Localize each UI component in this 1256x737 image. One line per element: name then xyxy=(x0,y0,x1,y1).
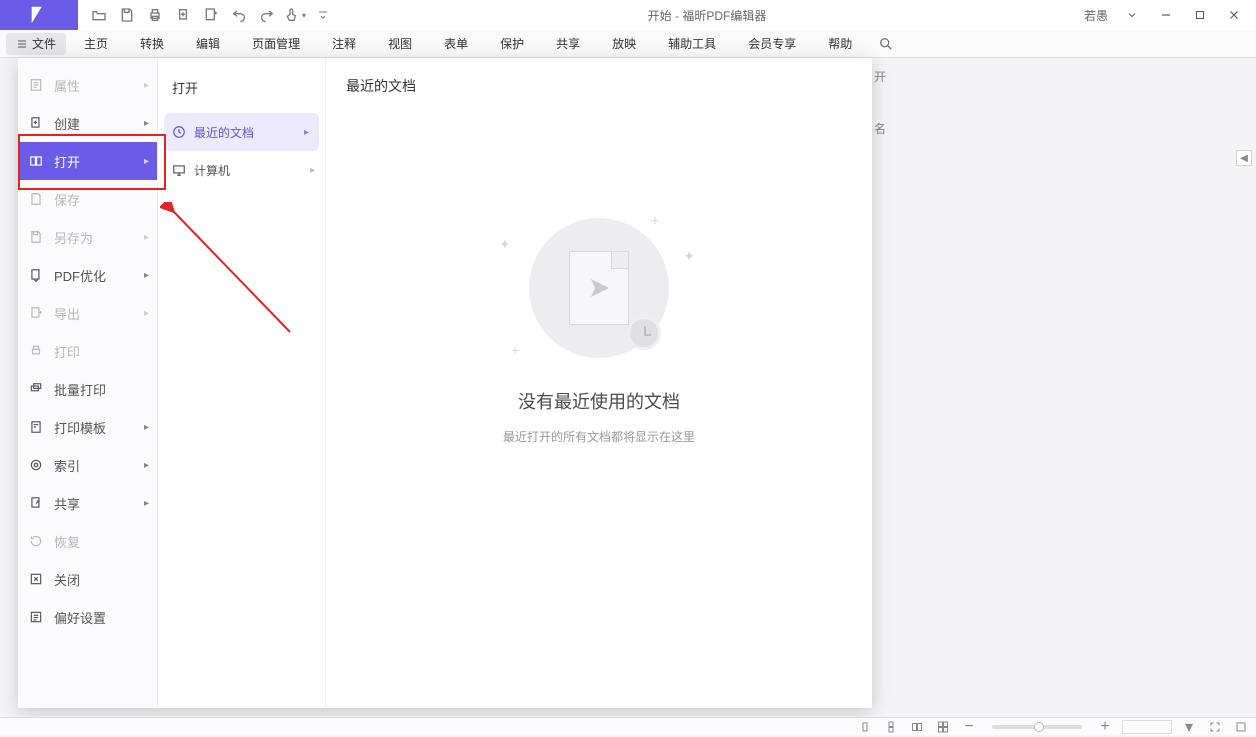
zoom-slider[interactable] xyxy=(992,725,1082,729)
menu-save[interactable]: 保存 xyxy=(18,180,157,218)
menu-index[interactable]: 索引▸ xyxy=(18,446,157,484)
tab-pages[interactable]: 页面管理 xyxy=(238,30,314,58)
index-icon xyxy=(28,457,44,473)
zoom-in-icon[interactable]: + xyxy=(1096,720,1114,734)
file-menu-sub: 打开 最近的文档 ▸ 计算机 ▸ xyxy=(158,58,326,708)
close-menu-icon xyxy=(28,571,44,587)
menu-recover[interactable]: 恢复 xyxy=(18,522,157,560)
menu-create[interactable]: 创建▸ xyxy=(18,104,157,142)
minimize-button[interactable] xyxy=(1150,1,1182,29)
view-facing-continuous-icon[interactable] xyxy=(934,720,952,734)
print-icon[interactable] xyxy=(142,2,168,28)
user-name[interactable]: 若愚 xyxy=(1078,7,1114,24)
fullscreen-icon[interactable] xyxy=(1206,720,1224,734)
tab-present[interactable]: 放映 xyxy=(598,30,650,58)
sub-recent[interactable]: 最近的文档 ▸ xyxy=(164,113,319,151)
menu-preferences[interactable]: 偏好设置 xyxy=(18,598,157,636)
zoom-dropdown-icon[interactable]: ▾ xyxy=(1180,720,1198,734)
title-bar: ▾ 开始 - 福昕PDF编辑器 若愚 xyxy=(0,0,1256,30)
sub-computer[interactable]: 计算机 ▸ xyxy=(158,151,325,189)
quick-access-toolbar: ▾ xyxy=(78,2,336,28)
page-add-icon[interactable] xyxy=(198,2,224,28)
recover-icon xyxy=(28,533,44,549)
saveas-icon xyxy=(28,229,44,245)
menu-print[interactable]: 打印 xyxy=(18,332,157,370)
tab-tools[interactable]: 辅助工具 xyxy=(654,30,730,58)
redo-icon[interactable] xyxy=(254,2,280,28)
empty-subtitle: 最近打开的所有文档都将显示在这里 xyxy=(326,428,872,445)
print-template-icon xyxy=(28,419,44,435)
tab-edit[interactable]: 编辑 xyxy=(182,30,234,58)
file-button-label: 文件 xyxy=(32,35,56,52)
menu-close[interactable]: 关闭 xyxy=(18,560,157,598)
save-icon[interactable] xyxy=(114,2,140,28)
file-button[interactable]: 文件 xyxy=(6,33,66,55)
fit-icon[interactable] xyxy=(1232,720,1250,734)
page-copy-icon[interactable] xyxy=(170,2,196,28)
clock-overlay-icon xyxy=(627,316,661,350)
tab-home[interactable]: 主页 xyxy=(70,30,122,58)
empty-illustration: ✦ + ✦ + xyxy=(529,218,669,358)
tab-help[interactable]: 帮助 xyxy=(814,30,866,58)
batch-print-icon xyxy=(28,381,44,397)
empty-title: 没有最近使用的文档 xyxy=(326,388,872,414)
close-button[interactable] xyxy=(1218,1,1250,29)
menu-open[interactable]: 打开▸ xyxy=(18,142,157,180)
tab-vip[interactable]: 会员专享 xyxy=(734,30,810,58)
menu-optimize[interactable]: PDF优化▸ xyxy=(18,256,157,294)
undo-icon[interactable] xyxy=(226,2,252,28)
tab-form[interactable]: 表单 xyxy=(430,30,482,58)
empty-state: ✦ + ✦ + 没有最近使用的文档 最近打开的所有文档都将显示在这里 xyxy=(326,218,872,445)
menu-properties[interactable]: 属性▸ xyxy=(18,66,157,104)
menu-share[interactable]: 共享▸ xyxy=(18,484,157,522)
menu-export[interactable]: 导出▸ xyxy=(18,294,157,332)
menu-saveas[interactable]: 另存为▸ xyxy=(18,218,157,256)
title-tab: 开始 xyxy=(648,9,672,23)
window-controls: 若愚 xyxy=(1078,1,1256,29)
tab-convert[interactable]: 转换 xyxy=(126,30,178,58)
tab-share[interactable]: 共享 xyxy=(542,30,594,58)
sub-title: 打开 xyxy=(158,66,325,113)
collapse-panel-icon[interactable]: ◀ xyxy=(1236,150,1252,166)
view-single-icon[interactable] xyxy=(856,720,874,734)
status-bar: − + ▾ xyxy=(0,717,1256,735)
zoom-out-icon[interactable]: − xyxy=(960,720,978,734)
ribbon-tabs: 文件 主页 转换 编辑 页面管理 注释 视图 表单 保护 共享 放映 辅助工具 … xyxy=(0,30,1256,58)
app-logo xyxy=(0,0,78,30)
file-menu-body: 最近的文档 ✦ + ✦ + 没有最近使用的文档 最近打开的所有文档都将显示在这里 xyxy=(326,58,872,708)
tab-comment[interactable]: 注释 xyxy=(318,30,370,58)
share-menu-icon xyxy=(28,495,44,511)
doc-icon xyxy=(569,251,629,325)
menu-batch-print[interactable]: 批量打印 xyxy=(18,370,157,408)
save-menu-icon xyxy=(28,191,44,207)
tab-protect[interactable]: 保护 xyxy=(486,30,538,58)
export-icon xyxy=(28,305,44,321)
print-menu-icon xyxy=(28,343,44,359)
zoom-percent[interactable] xyxy=(1122,720,1172,734)
window-title: 开始 - 福昕PDF编辑器 xyxy=(336,7,1078,24)
optimize-icon xyxy=(28,267,44,283)
preferences-icon xyxy=(28,609,44,625)
open-icon[interactable] xyxy=(86,2,112,28)
view-continuous-icon[interactable] xyxy=(882,720,900,734)
view-facing-icon[interactable] xyxy=(908,720,926,734)
properties-icon xyxy=(28,77,44,93)
tab-view[interactable]: 视图 xyxy=(374,30,426,58)
body-title: 最近的文档 xyxy=(346,76,852,96)
clock-icon xyxy=(172,125,186,139)
file-menu-list: 属性▸ 创建▸ 打开▸ 保存 另存为▸ PDF优化▸ 导出▸ 打印 批量打印 打… xyxy=(18,58,158,708)
ghost-text: 开 xyxy=(874,68,886,85)
search-icon[interactable] xyxy=(876,34,896,54)
user-dropdown-icon[interactable] xyxy=(1116,1,1148,29)
menu-print-template[interactable]: 打印模板▸ xyxy=(18,408,157,446)
touch-icon[interactable]: ▾ xyxy=(282,2,308,28)
create-icon xyxy=(28,115,44,131)
maximize-button[interactable] xyxy=(1184,1,1216,29)
open-menu-icon xyxy=(28,153,44,169)
ghost-text: 名 xyxy=(874,120,886,137)
qat-dropdown-icon[interactable] xyxy=(310,2,336,28)
file-menu: 属性▸ 创建▸ 打开▸ 保存 另存为▸ PDF优化▸ 导出▸ 打印 批量打印 打… xyxy=(18,58,872,708)
computer-icon xyxy=(172,163,186,177)
title-app: 福昕PDF编辑器 xyxy=(682,9,766,23)
